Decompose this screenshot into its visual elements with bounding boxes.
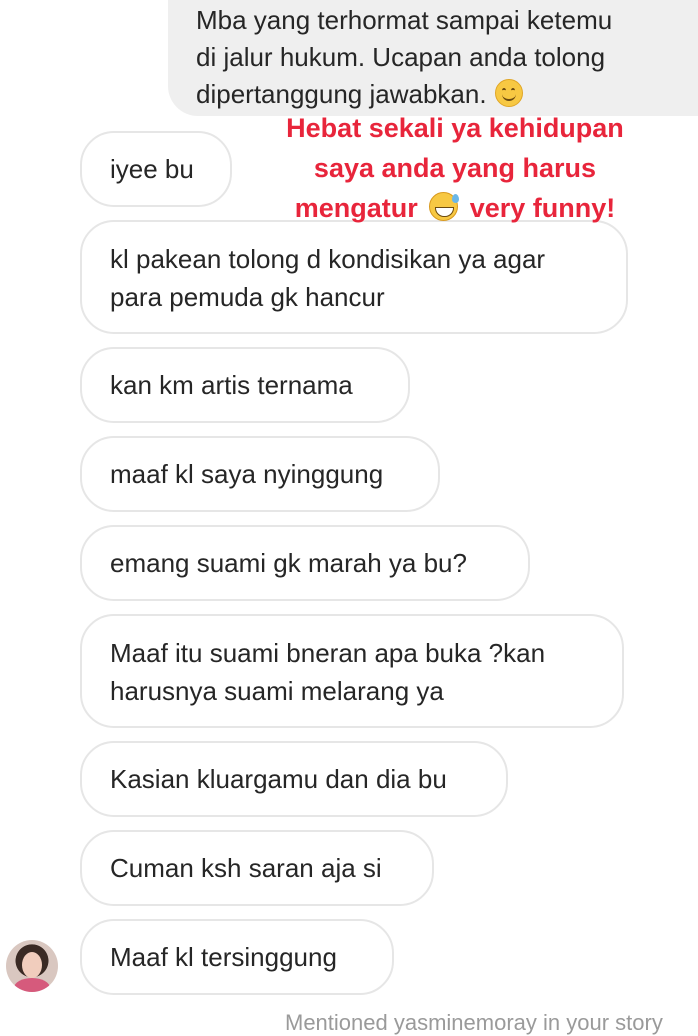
grinning-sweat-icon xyxy=(429,192,460,221)
incoming-message-bubble[interactable]: kan km artis ternama xyxy=(80,347,410,423)
incoming-message-bubble[interactable]: maaf kl saya nyinggung xyxy=(80,436,440,512)
smiling-face-icon xyxy=(494,79,523,107)
incoming-message-bubble[interactable]: Maaf itu suami bneran apa buka ?kan haru… xyxy=(80,614,624,728)
story-caption-overlay: Hebat sekali ya kehidupan saya anda yang… xyxy=(250,108,660,228)
story-mention-note: Mentioned yasminemoray in your story xyxy=(285,1010,663,1035)
sender-avatar[interactable] xyxy=(6,940,58,992)
incoming-message-text: Maaf itu suami bneran apa buka ?kan haru… xyxy=(110,638,546,706)
outgoing-message-line-1: Mba yang terhormat sampai ketemu xyxy=(196,5,613,35)
incoming-message-bubble[interactable]: kl pakean tolong d kondisikan ya agar pa… xyxy=(80,220,628,334)
incoming-message-text: emang suami gk marah ya bu? xyxy=(110,548,467,578)
incoming-message-bubble[interactable]: Cuman ksh saran aja si xyxy=(80,830,434,906)
outgoing-message-bubble[interactable]: Mba yang terhormat sampai ketemu di jalu… xyxy=(168,0,698,116)
incoming-message-bubble[interactable]: Maaf kl tersinggung xyxy=(80,919,394,995)
incoming-message-text: Cuman ksh saran aja si xyxy=(110,853,382,883)
caption-line-3-end: very funny! xyxy=(462,193,616,223)
caption-line-2: saya anda yang harus xyxy=(313,153,597,183)
incoming-message-text: kl pakean tolong d kondisikan ya agar pa… xyxy=(110,244,546,312)
caption-line-3-start: mengatur xyxy=(294,193,426,223)
incoming-message-text: Maaf kl tersinggung xyxy=(110,942,337,972)
caption-line-1: Hebat sekali ya kehidupan xyxy=(286,113,624,143)
incoming-message-text: iyee bu xyxy=(110,154,194,184)
caption-line-3: mengatur very funny! xyxy=(250,188,660,228)
incoming-message-text: Kasian kluargamu dan dia bu xyxy=(110,764,447,794)
incoming-message-bubble[interactable]: emang suami gk marah ya bu? xyxy=(80,525,530,601)
chat-thread: Mba yang terhormat sampai ketemu di jalu… xyxy=(0,0,698,1035)
outgoing-message-line-3: dipertanggung jawabkan. xyxy=(196,79,487,109)
incoming-message-text: kan km artis ternama xyxy=(110,370,353,400)
incoming-message-text: maaf kl saya nyinggung xyxy=(110,459,384,489)
incoming-message-bubble[interactable]: iyee bu xyxy=(80,131,232,207)
outgoing-message-line-2: di jalur hukum. Ucapan anda tolong xyxy=(196,42,606,72)
incoming-message-bubble[interactable]: Kasian kluargamu dan dia bu xyxy=(80,741,508,817)
